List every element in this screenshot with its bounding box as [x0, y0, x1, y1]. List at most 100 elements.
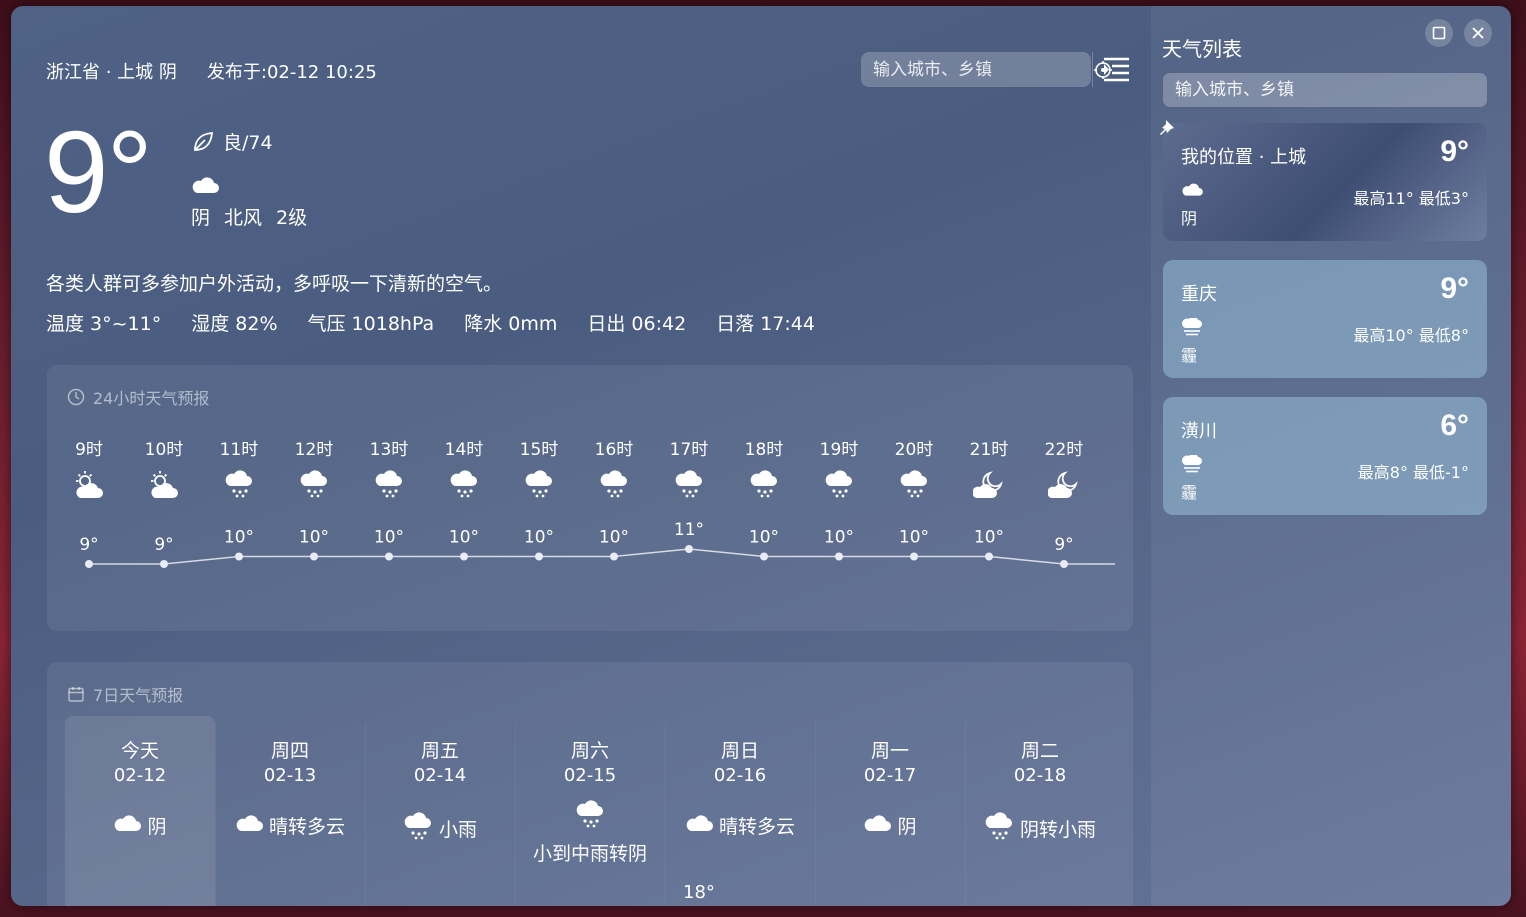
leaf-icon	[194, 131, 213, 151]
city-list-sidebar: 天气列表 我的位置 · 上城 9° 阴 最高11° 最低3°	[1151, 6, 1511, 906]
day-date: 02-18	[1013, 765, 1067, 786]
hourly-temperature-chart: 9° 9° 10° 10° 10° 10° 10° 10° 11° 10° 10° 10° 10° 9°	[79, 520, 1115, 568]
temperature-range: 温度 3°~11°	[46, 313, 162, 335]
hourly-title: 24小时天气预报	[67, 385, 209, 409]
day-weather-text: 阴	[897, 816, 917, 838]
day-name: 周日	[720, 740, 759, 762]
temperature-point	[835, 552, 843, 561]
daily-title: 7日天气预报	[67, 682, 183, 706]
rain-icon	[209, 470, 269, 504]
city-card-my-location[interactable]: 我的位置 · 上城 9° 阴 最高11° 最低3°	[1163, 123, 1487, 241]
temperature-label: 10°	[599, 528, 629, 548]
clock-icon	[67, 388, 85, 406]
current-temperature: 9°	[44, 107, 153, 237]
hour-label: 21时	[969, 440, 1009, 460]
rain-icon	[584, 470, 644, 504]
city-search-input[interactable]	[861, 52, 1092, 87]
hour-label: 20时	[894, 440, 934, 460]
rain-icon	[734, 470, 794, 504]
rain-icon	[403, 812, 433, 845]
day-name: 周四	[270, 740, 309, 762]
day-divider	[215, 722, 216, 906]
day-forecast[interactable]: 周五 02-14 小雨	[365, 716, 515, 906]
current-weather: 阴	[191, 207, 211, 229]
rain-icon	[575, 800, 605, 833]
temperature-label: 9°	[154, 535, 173, 555]
hour-forecast: 11时	[209, 435, 269, 504]
hour-forecast: 16时	[584, 435, 644, 504]
day-date: 02-13	[263, 765, 317, 786]
hour-forecast: 14时	[434, 435, 494, 504]
hour-label: 22时	[1044, 440, 1084, 460]
maximize-icon	[1432, 26, 1446, 40]
city-range: 最高11° 最低3°	[1353, 189, 1469, 208]
day-divider	[815, 722, 816, 906]
day-date: 02-17	[863, 765, 917, 786]
hour-label: 17时	[669, 440, 709, 460]
precipitation: 降水 0mm	[464, 313, 558, 335]
air-quality: 良/74	[191, 128, 273, 155]
daily-title-text: 7日天气预报	[93, 686, 184, 705]
hourly-forecast-card: 24小时天气预报 9时 10时 11时 12时 13时 14时 15时 16时 17时 18时 19…	[47, 365, 1133, 631]
wind-level: 2级	[276, 207, 308, 229]
rain-icon	[509, 470, 569, 504]
day-weather: 小雨	[365, 812, 515, 845]
temperature-label: 10°	[824, 528, 854, 548]
rain-icon	[809, 470, 869, 504]
temperature-label: 11°	[674, 520, 704, 540]
hour-label: 12时	[294, 440, 334, 460]
day-forecast[interactable]: 周一 02-17 阴	[815, 716, 965, 906]
day-name: 周六	[570, 740, 609, 762]
weather-details: 温度 3°~11° 湿度 82% 气压 1018hPa 降水 0mm 日出 06…	[46, 309, 815, 336]
temperature-point	[610, 552, 618, 561]
temperature-point	[460, 552, 468, 561]
day-weather-text: 阴	[147, 816, 167, 838]
day-weather: 晴转多云	[215, 812, 365, 839]
temperature-point	[760, 552, 768, 561]
day-name: 周五	[420, 740, 459, 762]
day-weather: 阴转小雨	[965, 812, 1115, 845]
city-weather: 霾	[1181, 483, 1198, 502]
city-card-chongqing[interactable]: 重庆 9° 霾 最高10° 最低8°	[1163, 260, 1487, 378]
sidebar-search-input[interactable]	[1163, 73, 1487, 107]
city-card-huangchuan[interactable]: 潢川 6° 霾 最高8° 最低-1°	[1163, 397, 1487, 515]
city-weather: 霾	[1181, 346, 1198, 365]
haze-icon	[1181, 316, 1203, 340]
humidity: 湿度 82%	[191, 313, 278, 335]
hour-label: 13时	[369, 440, 409, 460]
rain-icon	[284, 470, 344, 504]
day-forecast[interactable]: 周六 02-15 小到中雨转阴	[515, 716, 665, 906]
temperature-label: 9°	[1054, 535, 1073, 555]
day-forecast[interactable]: 周二 02-18 阴转小雨	[965, 716, 1115, 906]
temperature-point	[535, 552, 543, 561]
rain-icon	[434, 470, 494, 504]
maximize-button[interactable]	[1425, 19, 1453, 47]
day-forecast[interactable]: 今天 02-12 阴	[65, 716, 215, 906]
close-button[interactable]	[1464, 19, 1492, 47]
haze-icon	[1181, 453, 1203, 477]
location-line: 浙江省 · 上城 阴 发布于:02-12 10:25	[46, 58, 377, 84]
day-weather-text: 阴转小雨	[1019, 819, 1096, 841]
temperature-point	[310, 552, 318, 561]
day-forecast[interactable]: 周四 02-13 晴转多云	[215, 716, 365, 906]
list-menu-button[interactable]	[1101, 54, 1131, 84]
hour-label: 14时	[444, 440, 484, 460]
daily-forecast-card: 7日天气预报 今天 02-12 阴 周四 02-13 晴转多云 周五 02-14 小雨 周六 02-…	[47, 662, 1133, 906]
cloud-icon	[685, 812, 713, 839]
city-range: 最高8° 最低-1°	[1357, 463, 1469, 482]
cloud-icon	[113, 812, 142, 839]
moon-cloud-icon	[1034, 470, 1094, 504]
day-divider	[515, 722, 516, 906]
life-advice: 各类人群可多参加户外活动，多呼吸一下清新的空气。	[46, 273, 503, 295]
current-conditions: 阴 北风 2级	[191, 203, 307, 230]
hour-forecast: 18时	[734, 435, 794, 504]
day-divider	[965, 722, 966, 906]
temperature-label: 10°	[899, 528, 929, 548]
hour-forecast: 12时	[284, 435, 344, 504]
temperature-label: 10°	[749, 528, 779, 548]
day-weather: 阴	[65, 812, 215, 839]
city-name: 我的位置 · 上城	[1181, 147, 1307, 168]
list-menu-icon	[1104, 57, 1129, 82]
cloud-icon	[863, 812, 892, 839]
day-forecast[interactable]: 周日 02-16 晴转多云	[665, 716, 815, 906]
